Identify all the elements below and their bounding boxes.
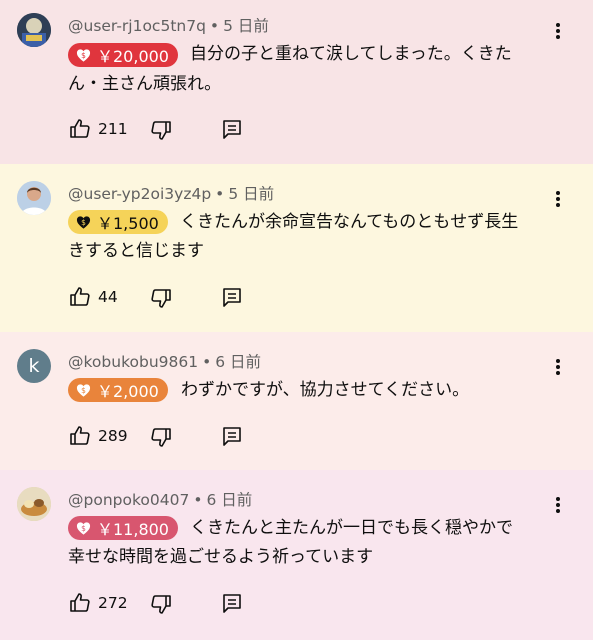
thumbs-up-icon[interactable] — [68, 591, 92, 615]
reply-icon[interactable] — [220, 285, 244, 309]
comment-meta: @ponpoko0407 • 6 日前 — [68, 488, 252, 510]
landscape-photo-avatar-icon — [17, 13, 51, 47]
thumbs-up-icon[interactable] — [68, 117, 92, 141]
super-thanks-amount: ￥2,000 — [97, 382, 159, 401]
author-name[interactable]: @user-yp2oi3yz4p — [68, 185, 211, 203]
person-photo-avatar-icon — [17, 181, 51, 215]
comment-3: k @kobukobu9861 • 6 日前 $ ￥2,000 わずかですが、協力さ… — [0, 332, 593, 470]
comment-2: @user-yp2oi3yz4p • 5 日前 $ ￥1,500 くきたんが余命宣告… — [0, 164, 593, 332]
super-thanks-badge: $ ￥11,800 — [68, 516, 178, 540]
thumbs-down-icon[interactable] — [149, 425, 173, 449]
author-name[interactable]: @ponpoko0407 — [68, 491, 189, 509]
meta-separator: • — [209, 17, 220, 35]
comment-actions: 272 — [68, 591, 268, 617]
comment-text-line: ん・主さん頑張れ。 — [68, 74, 222, 94]
more-vert-icon[interactable] — [549, 356, 567, 378]
comment-meta: @user-yp2oi3yz4p • 5 日前 — [68, 182, 274, 204]
comment-actions: 289 — [68, 424, 268, 450]
comment-text-line: きすると信じます — [68, 241, 204, 261]
comment-time[interactable]: 6 日前 — [206, 491, 252, 509]
meta-separator: • — [193, 491, 203, 509]
like-count: 272 — [98, 594, 128, 612]
author-name[interactable]: @kobukobu9861 — [68, 353, 198, 371]
comment-text-line: 自分の子と重ねて涙してしまった。くきた — [190, 44, 512, 64]
like-count: 289 — [98, 427, 128, 445]
heart-dollar-icon: $ — [76, 215, 91, 229]
meta-separator: • — [215, 185, 225, 203]
comment-time[interactable]: 5 日前 — [223, 17, 269, 35]
comment-text-line: わずかですが、協力させてください。 — [181, 380, 470, 400]
avatar-letter: k — [28, 355, 40, 377]
like-count: 211 — [98, 120, 128, 138]
comment-4: @ponpoko0407 • 6 日前 $ ￥11,800 くきたんと主たんが一日で… — [0, 470, 593, 640]
svg-text:$: $ — [81, 523, 86, 532]
comment-meta: @user-rj1oc5tn7q • 5 日前 — [68, 14, 269, 36]
comment-actions: 44 — [68, 285, 268, 311]
super-thanks-badge: $ ￥1,500 — [68, 210, 168, 234]
more-vert-icon[interactable] — [549, 188, 567, 210]
thumbs-up-icon[interactable] — [68, 424, 92, 448]
comment-text-line: くきたんと主たんが一日でも長く穏やかで — [190, 518, 513, 538]
like-count: 44 — [98, 288, 118, 306]
super-thanks-amount: ￥20,000 — [97, 47, 169, 66]
meta-separator: • — [202, 353, 212, 371]
super-thanks-badge: $ ￥20,000 — [68, 43, 178, 67]
reply-icon[interactable] — [220, 117, 244, 141]
thumbs-down-icon[interactable] — [149, 118, 173, 142]
avatar[interactable] — [17, 181, 51, 215]
thumbs-down-icon[interactable] — [149, 592, 173, 616]
comment-actions: 211 — [68, 117, 268, 143]
thumbs-down-icon[interactable] — [149, 286, 173, 310]
svg-text:$: $ — [81, 385, 86, 394]
more-vert-icon[interactable] — [549, 20, 567, 42]
food-photo-avatar-icon — [17, 487, 51, 521]
super-thanks-badge: $ ￥2,000 — [68, 378, 168, 402]
svg-text:$: $ — [81, 50, 86, 59]
heart-dollar-icon: $ — [76, 383, 91, 397]
author-name[interactable]: @user-rj1oc5tn7q — [68, 17, 206, 35]
avatar[interactable] — [17, 13, 51, 47]
comment-1: @user-rj1oc5tn7q • 5 日前 $ ￥20,000 自分の子と重ねて… — [0, 0, 593, 164]
super-thanks-amount: ￥11,800 — [97, 520, 169, 539]
heart-dollar-icon: $ — [76, 521, 91, 535]
thumbs-up-icon[interactable] — [68, 285, 92, 309]
comment-time[interactable]: 5 日前 — [228, 185, 274, 203]
super-thanks-amount: ￥1,500 — [97, 214, 159, 233]
avatar[interactable] — [17, 487, 51, 521]
comment-meta: @kobukobu9861 • 6 日前 — [68, 350, 261, 372]
comment-text-line: 幸せな時間を過ごせるよう祈っています — [68, 547, 374, 567]
comment-text-line: くきたんが余命宣告なんてものともせず長生 — [180, 212, 519, 232]
avatar[interactable]: k — [17, 349, 51, 383]
more-vert-icon[interactable] — [549, 494, 567, 516]
reply-icon[interactable] — [220, 424, 244, 448]
comment-time[interactable]: 6 日前 — [215, 353, 261, 371]
heart-dollar-icon: $ — [76, 48, 91, 62]
svg-text:$: $ — [81, 217, 86, 226]
reply-icon[interactable] — [220, 591, 244, 615]
